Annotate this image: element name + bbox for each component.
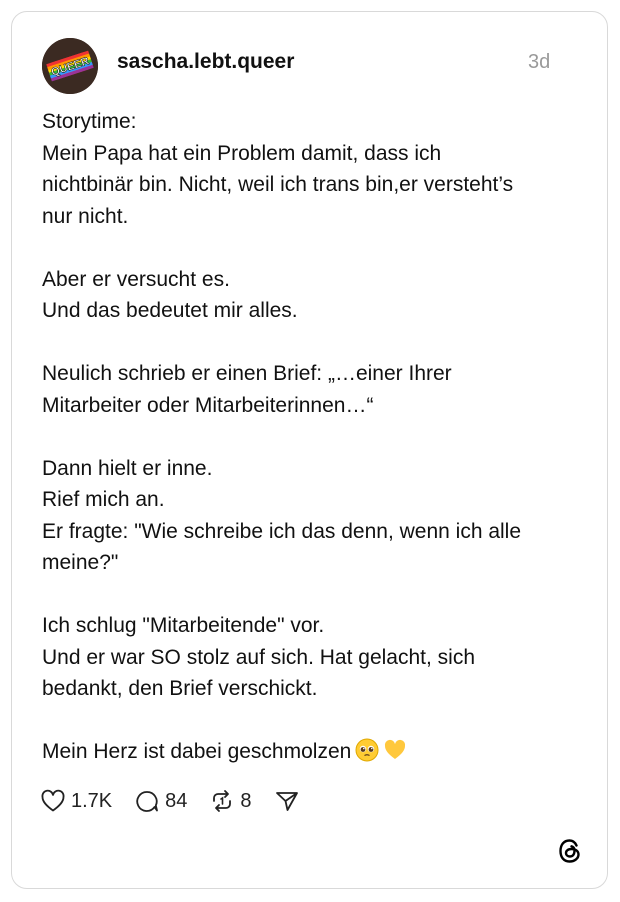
username[interactable]: sascha.lebt.queer bbox=[117, 50, 294, 74]
text-line: nur nicht. bbox=[42, 204, 129, 228]
comment-icon bbox=[136, 791, 159, 812]
share-icon bbox=[275, 792, 298, 811]
text-line: Ich schlug "Mitarbeitende" vor. bbox=[42, 614, 325, 637]
text-line: Er fragte: "Wie schreibe ich das denn, w… bbox=[42, 519, 522, 543]
repost-icon bbox=[213, 790, 232, 812]
text-line: Mein Papa hat ein Problem damit, dass ic… bbox=[42, 141, 442, 165]
text-line: Neulich schrieb er einen Brief: „…einer … bbox=[42, 362, 452, 385]
text-line: Rief mich an. bbox=[42, 488, 165, 511]
text-line: meine?" bbox=[42, 551, 119, 574]
text-line: bedankt, den Brief verschickt. bbox=[42, 677, 318, 700]
post-time: 3d bbox=[528, 51, 551, 73]
paragraph: Storytime: Mein Papa hat ein Problem dam… bbox=[42, 106, 572, 232]
text-line: Storytime: bbox=[42, 110, 137, 133]
post-body: Storytime: Mein Papa hat ein Problem dam… bbox=[42, 106, 572, 768]
last-line-text: Mein Herz ist dabei geschmolzen bbox=[42, 740, 352, 763]
repost-count: 8 bbox=[240, 789, 252, 812]
text-line: Mein Herz ist dabei geschmolzen bbox=[42, 736, 572, 768]
avatar[interactable]: QUEER bbox=[42, 38, 98, 94]
paragraph: Dann hielt er inne. Rief mich an. Er fra… bbox=[42, 453, 572, 579]
heart-icon bbox=[41, 789, 65, 812]
paragraph: Ich schlug "Mitarbeitende" vor. Und er w… bbox=[42, 610, 572, 705]
reply-count: 84 bbox=[165, 789, 188, 812]
repost-button[interactable]: 8 bbox=[209, 789, 252, 813]
text-line: Und er war SO stolz auf sich. Hat gelach… bbox=[42, 645, 476, 669]
like-button[interactable]: 1.7K bbox=[40, 789, 112, 813]
text-line: Mitarbeiter oder Mitarbeiterinnen…“ bbox=[42, 393, 374, 417]
post-actions: 1.7K 84 8 bbox=[40, 786, 327, 816]
yellow-heart-icon bbox=[385, 739, 406, 759]
text-line: nichtbinär bin. Nicht, weil ich trans bi… bbox=[42, 173, 514, 196]
like-count: 1.7K bbox=[71, 789, 113, 812]
threads-logo-icon bbox=[559, 839, 580, 863]
text-line: Aber er versucht es. bbox=[42, 267, 230, 291]
text-line: Und das bedeutet mir alles. bbox=[42, 299, 298, 322]
pleading-face-icon bbox=[355, 738, 379, 762]
text-line: Dann hielt er inne. bbox=[42, 456, 213, 480]
queer-sticker-icon: QUEER bbox=[42, 38, 98, 94]
paragraph: Mein Herz ist dabei geschmolzen bbox=[42, 736, 572, 768]
reply-button[interactable]: 84 bbox=[134, 789, 187, 813]
paragraph: Neulich schrieb er einen Brief: „…einer … bbox=[42, 358, 572, 421]
share-button[interactable] bbox=[274, 789, 305, 813]
paragraph: Aber er versucht es. Und das bedeutet mi… bbox=[42, 264, 572, 327]
